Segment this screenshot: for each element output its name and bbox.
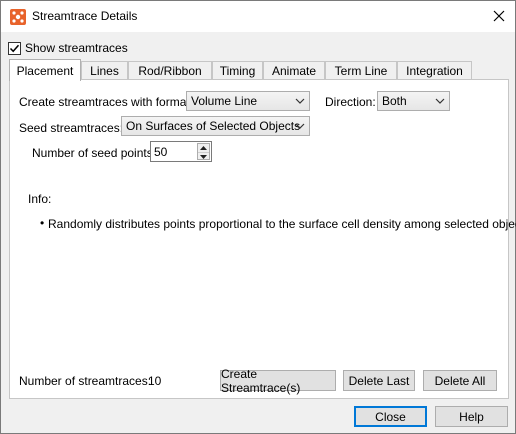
delete-all-button[interactable]: Delete All	[423, 370, 497, 391]
format-dropdown[interactable]: Volume Line	[186, 91, 310, 111]
close-button-label: Close	[375, 409, 406, 424]
tab-integration-label: Integration	[406, 64, 463, 78]
tab-placement-label: Placement	[16, 63, 74, 78]
seed-dropdown-value: On Surfaces of Selected Objects	[126, 119, 301, 133]
triangle-down-icon	[200, 154, 207, 159]
num-seed-value: 50	[154, 144, 168, 159]
tab-term-line-label: Term Line	[334, 64, 388, 78]
streamtrace-count-value: 10	[148, 374, 162, 388]
show-streamtraces-row[interactable]: Show streamtraces	[8, 41, 128, 55]
tab-animate[interactable]: Animate	[263, 61, 325, 80]
delete-last-label: Delete Last	[348, 373, 410, 388]
seed-dropdown[interactable]: On Surfaces of Selected Objects	[121, 116, 310, 136]
checkmark-icon	[9, 44, 20, 52]
help-button[interactable]: Help	[435, 406, 508, 427]
format-dropdown-value: Volume Line	[191, 94, 258, 108]
delete-all-label: Delete All	[434, 373, 486, 388]
close-window-button[interactable]	[487, 5, 511, 27]
create-streamtraces-label: Create Streamtrace(s)	[221, 366, 301, 395]
help-button-label: Help	[459, 409, 484, 424]
delete-last-button[interactable]: Delete Last	[343, 370, 415, 391]
chevron-down-icon	[435, 98, 445, 104]
seed-label: Seed streamtraces:	[19, 121, 124, 135]
dialog-window: Streamtrace Details Show streamtraces Pl…	[0, 0, 516, 434]
create-streamtraces-button[interactable]: Create Streamtrace(s)	[220, 367, 336, 395]
direction-dropdown[interactable]: Both	[377, 91, 450, 111]
tab-placement[interactable]: Placement	[9, 59, 81, 81]
direction-label: Direction:	[325, 95, 376, 109]
format-label: Create streamtraces with format:	[19, 95, 194, 109]
tab-lines-label: Lines	[90, 64, 119, 78]
tab-lines[interactable]: Lines	[81, 61, 128, 80]
tab-animate-label: Animate	[271, 64, 317, 78]
tab-timing[interactable]: Timing	[212, 61, 263, 80]
close-button[interactable]: Close	[354, 406, 427, 427]
streamtrace-count-label: Number of streamtraces:	[19, 374, 152, 388]
chevron-down-icon	[295, 98, 305, 104]
spin-down-button[interactable]	[198, 152, 209, 160]
num-seed-label: Number of seed points:	[32, 146, 157, 160]
tab-integration[interactable]: Integration	[397, 61, 472, 80]
tab-rod-ribbon[interactable]: Rod/Ribbon	[128, 61, 212, 80]
triangle-up-icon	[200, 146, 207, 150]
close-icon	[493, 10, 505, 22]
show-streamtraces-checkbox[interactable]	[8, 41, 21, 55]
tab-timing-label: Timing	[219, 64, 256, 78]
num-seed-spin-buttons	[197, 143, 210, 160]
placement-panel: Create streamtraces with format: Volume …	[9, 79, 516, 399]
num-seed-stepper[interactable]: 50	[150, 141, 212, 162]
streamtrace-app-icon	[10, 9, 26, 25]
window-title: Streamtrace Details	[32, 9, 138, 23]
info-text: Randomly distributes points proportional…	[48, 217, 516, 231]
show-streamtraces-label: Show streamtraces	[25, 41, 128, 55]
bullet-icon: •	[40, 216, 45, 230]
title-bar: Streamtrace Details	[1, 1, 515, 32]
spin-up-button[interactable]	[198, 144, 209, 152]
tab-rod-ribbon-label: Rod/Ribbon	[138, 64, 202, 78]
info-label: Info:	[28, 192, 52, 206]
direction-dropdown-value: Both	[382, 94, 407, 108]
chevron-down-icon	[295, 123, 305, 129]
tab-term-line[interactable]: Term Line	[325, 61, 397, 80]
